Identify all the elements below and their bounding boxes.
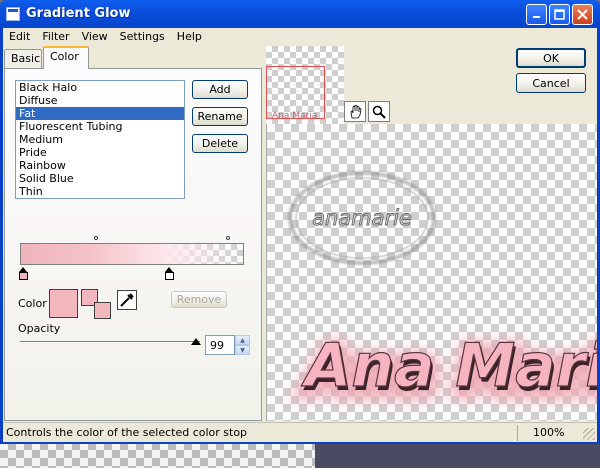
list-item[interactable]: Pride xyxy=(16,146,184,159)
color-swatch[interactable] xyxy=(49,289,78,318)
window-title: Gradient Glow xyxy=(26,6,131,21)
close-icon xyxy=(577,9,588,20)
list-item[interactable]: Medium xyxy=(16,133,184,146)
secondary-color-box[interactable] xyxy=(94,302,111,319)
preview-canvas[interactable]: anamarie Ana Maric Ana Maric Ana Maric xyxy=(266,124,597,421)
menu-help[interactable]: Help xyxy=(171,28,208,46)
list-item[interactable]: Solid Blue xyxy=(16,172,184,185)
navigator-thumbnail[interactable]: Ana Maria xyxy=(266,46,344,124)
watermark-text: anamarie xyxy=(312,206,412,230)
dialog-client-area: Edit Filter View Settings Help Basic Col… xyxy=(3,28,597,442)
delete-button[interactable]: Delete xyxy=(192,134,248,153)
preset-list[interactable]: Black Halo Diffuse Fat Fluorescent Tubin… xyxy=(15,80,185,199)
ok-button[interactable]: OK xyxy=(516,48,586,68)
remove-button[interactable]: Remove xyxy=(171,291,227,308)
color-stop-selected[interactable] xyxy=(19,267,28,280)
thumbnail-text: Ana Maria xyxy=(272,111,318,121)
zoom-level: 100% xyxy=(533,426,565,439)
minimize-button[interactable] xyxy=(526,4,547,25)
maximize-icon xyxy=(554,9,565,20)
menu-edit[interactable]: Edit xyxy=(3,28,36,46)
gradient-glow-dialog: Gradient Glow Edit Filter View Settings … xyxy=(0,0,600,444)
background-canvas xyxy=(0,442,600,468)
opacity-input[interactable]: 99 xyxy=(205,335,235,355)
opacity-label: Opacity xyxy=(18,322,61,335)
hand-tool-button[interactable] xyxy=(344,101,366,122)
list-item[interactable]: Diffuse xyxy=(16,94,184,107)
zoom-tool-button[interactable] xyxy=(368,101,390,122)
menu-settings[interactable]: Settings xyxy=(114,28,171,46)
list-item[interactable]: Thin xyxy=(16,185,184,198)
eyedropper-icon xyxy=(120,293,134,307)
spin-down-icon[interactable]: ▼ xyxy=(235,345,250,355)
status-message: Controls the color of the selected color… xyxy=(6,426,248,439)
add-button[interactable]: Add xyxy=(192,80,248,99)
menu-view[interactable]: View xyxy=(76,28,114,46)
list-item[interactable]: Fluorescent Tubing xyxy=(16,120,184,133)
menu-filter[interactable]: Filter xyxy=(36,28,75,46)
gradient-bar[interactable] xyxy=(20,243,244,265)
color-label: Color xyxy=(18,297,47,310)
opacity-slider-thumb[interactable] xyxy=(191,338,201,345)
title-bar[interactable]: Gradient Glow xyxy=(0,0,600,28)
color-pair[interactable] xyxy=(81,289,113,321)
background-layer-strip xyxy=(315,442,600,468)
list-item[interactable]: Rainbow xyxy=(16,159,184,172)
preview-image: anamarie Ana Maric Ana Maric Ana Maric xyxy=(288,171,597,415)
midpoint-marker[interactable] xyxy=(226,236,230,240)
color-stop[interactable] xyxy=(165,267,174,280)
list-item-selected[interactable]: Fat xyxy=(16,107,184,120)
minimize-icon xyxy=(533,16,540,18)
magnifier-icon xyxy=(372,105,386,119)
opacity-spinner[interactable]: 99 ▲ ▼ xyxy=(205,335,251,355)
opacity-slider-track[interactable] xyxy=(20,341,200,343)
list-item[interactable]: Black Halo xyxy=(16,81,184,94)
gradient-fill xyxy=(21,244,243,264)
spin-up-icon[interactable]: ▲ xyxy=(235,335,250,345)
midpoint-marker[interactable] xyxy=(94,236,98,240)
color-tab-panel: Black Halo Diffuse Fat Fluorescent Tubin… xyxy=(4,68,262,421)
maximize-button[interactable] xyxy=(549,4,570,25)
rename-button[interactable]: Rename xyxy=(192,107,248,126)
eyedropper-button[interactable] xyxy=(117,290,137,310)
glow-text: Ana Maric xyxy=(301,331,597,401)
menu-bar: Edit Filter View Settings Help xyxy=(3,28,597,46)
close-button[interactable] xyxy=(572,4,593,25)
tab-color[interactable]: Color xyxy=(43,46,89,69)
window-icon xyxy=(6,7,20,21)
tab-basic[interactable]: Basic xyxy=(4,49,42,68)
cancel-button[interactable]: Cancel xyxy=(516,73,586,93)
hand-tool-icon xyxy=(350,104,362,118)
status-bar: Controls the color of the selected color… xyxy=(3,422,597,442)
resize-grip[interactable] xyxy=(583,428,595,440)
